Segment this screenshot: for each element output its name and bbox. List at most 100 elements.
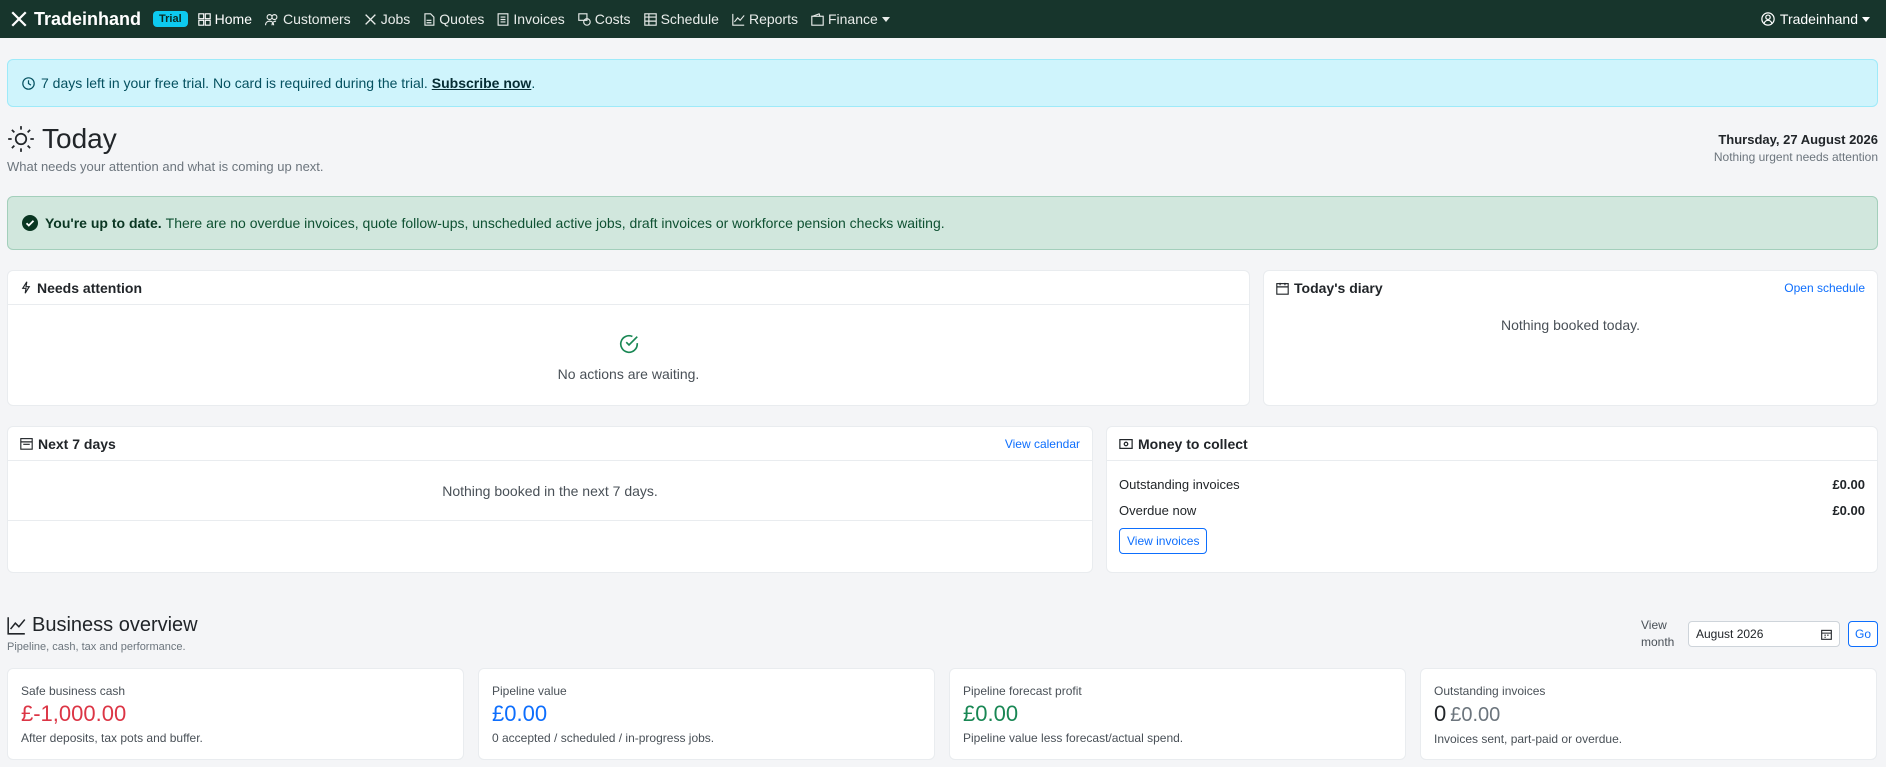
nav-customers-label: Customers xyxy=(283,11,351,27)
needs-attention-empty: No actions are waiting. xyxy=(557,366,700,382)
stat-value: £0.00 xyxy=(492,701,548,726)
lightning-icon xyxy=(21,281,31,294)
nav-jobs-label: Jobs xyxy=(380,11,411,27)
clock-icon xyxy=(22,76,35,90)
user-menu[interactable]: Tradeinhand xyxy=(1761,0,1870,38)
calendar-icon xyxy=(1821,629,1832,640)
page-subtitle: What needs your attention and what is co… xyxy=(7,159,324,174)
trial-alert: 7 days left in your free trial. No card … xyxy=(7,59,1878,107)
nav-home[interactable]: Home xyxy=(197,11,252,27)
document-icon xyxy=(424,12,435,26)
people-icon xyxy=(265,13,278,25)
view-calendar-link[interactable]: View calendar xyxy=(1005,437,1080,451)
subscribe-now-link[interactable]: Subscribe now xyxy=(432,75,532,91)
outstanding-count: 0 xyxy=(1434,701,1447,726)
open-schedule-link[interactable]: Open schedule xyxy=(1784,281,1865,295)
next-7-days-empty: Nothing booked in the next 7 days. xyxy=(442,482,658,499)
coins-icon xyxy=(578,12,591,26)
outstanding-invoices-label: Outstanding invoices xyxy=(1119,477,1240,492)
trial-alert-text: 7 days left in your free trial. No card … xyxy=(41,75,428,91)
nav-costs-label: Costs xyxy=(594,11,631,27)
todays-diary-empty: Nothing booked today. xyxy=(1500,317,1641,333)
view-invoices-button[interactable]: View invoices xyxy=(1119,528,1208,554)
top-navbar: Tradeinhand Trial Home Customers Jobs Qu… xyxy=(0,0,1886,38)
receipt-icon xyxy=(497,12,509,26)
wallet-icon xyxy=(811,12,824,26)
nav-customers[interactable]: Customers xyxy=(265,11,351,27)
up-to-date-heading: You're up to date. xyxy=(45,215,162,231)
nav-jobs[interactable]: Jobs xyxy=(364,11,411,27)
stat-label: Safe business cash xyxy=(21,684,126,698)
overdue-now-row: Overdue now £0.00 xyxy=(1119,503,1865,518)
view-month-label-line2: month xyxy=(1641,635,1675,649)
urgency-status: Nothing urgent needs attention xyxy=(1713,150,1878,164)
stat-card-safe-cash: Safe business cash £-1,000.00 After depo… xyxy=(7,668,464,760)
calendar-week-icon xyxy=(20,438,33,450)
nav-finance[interactable]: Finance xyxy=(811,11,890,27)
go-button[interactable]: Go xyxy=(1848,621,1878,647)
up-to-date-alert: You're up to date. There are no overdue … xyxy=(7,196,1878,250)
needs-attention-card: Needs attention No actions are waiting. xyxy=(7,270,1250,406)
nav-invoices[interactable]: Invoices xyxy=(497,11,565,27)
stat-value: 0 £0.00 xyxy=(1434,701,1863,728)
nav-schedule[interactable]: Schedule xyxy=(643,11,719,27)
stat-value: £0.00 xyxy=(963,701,1019,726)
chevron-down-icon xyxy=(1862,16,1870,22)
chart-line-icon xyxy=(7,617,26,635)
outstanding-invoices-row: Outstanding invoices £0.00 xyxy=(1119,477,1865,492)
todays-diary-card: Today's diary Open schedule Nothing book… xyxy=(1263,270,1878,406)
current-date: Thursday, 27 August 2026 xyxy=(1718,132,1878,147)
view-month-label: View month xyxy=(1641,617,1674,651)
stat-label: Pipeline forecast profit xyxy=(963,684,1082,698)
trial-badge: Trial xyxy=(153,11,188,27)
nav-schedule-label: Schedule xyxy=(660,11,719,27)
check-circle-icon xyxy=(22,215,38,231)
stat-note: After deposits, tax pots and buffer. xyxy=(21,731,203,745)
view-month-label-line1: View xyxy=(1641,618,1667,632)
chart-line-icon xyxy=(732,13,745,26)
stat-value: £-1,000.00 xyxy=(21,701,127,726)
nav-quotes[interactable]: Quotes xyxy=(423,11,484,27)
nav-invoices-label: Invoices xyxy=(513,11,565,27)
nav-reports-label: Reports xyxy=(748,11,798,27)
chevron-down-icon xyxy=(881,16,890,22)
date-block: Thursday, 27 August 2026 Nothing urgent … xyxy=(1714,132,1878,164)
up-to-date-text: There are no overdue invoices, quote fol… xyxy=(165,215,945,231)
nav-costs[interactable]: Costs xyxy=(578,11,631,27)
month-picker-value: August 2026 xyxy=(1696,627,1764,641)
business-overview-subtitle: Pipeline, cash, tax and performance. xyxy=(7,641,186,653)
check-circle-icon xyxy=(619,335,638,353)
stat-label: Outstanding invoices xyxy=(1434,684,1546,698)
stat-card-outstanding-invoices: Outstanding invoices 0 £0.00 Invoices sen… xyxy=(1420,668,1877,760)
user-circle-icon xyxy=(1761,12,1775,26)
overdue-now-amount: £0.00 xyxy=(1832,503,1865,518)
stat-note: Pipeline value less forecast/actual spen… xyxy=(963,731,1184,745)
brand-name: Tradeinhand xyxy=(34,8,142,29)
next-7-days-card: Next 7 days View calendar Nothing booked… xyxy=(7,426,1093,573)
tools-icon xyxy=(11,11,27,27)
nav-reports[interactable]: Reports xyxy=(732,11,798,27)
stat-card-pipeline-value: Pipeline value £0.00 0 accepted / schedu… xyxy=(478,668,935,760)
nav-home-label: Home xyxy=(214,11,252,27)
nav-finance-label: Finance xyxy=(827,11,878,27)
calendar-icon xyxy=(1276,282,1289,295)
page-title: Today xyxy=(7,123,117,155)
page-title-text: Today xyxy=(42,123,117,154)
brand-logo[interactable]: Tradeinhand xyxy=(10,9,141,30)
user-menu-label: Tradeinhand xyxy=(1779,11,1858,27)
stat-card-forecast-profit: Pipeline forecast profit £0.00 Pipeline … xyxy=(949,668,1406,760)
overdue-now-label: Overdue now xyxy=(1119,503,1197,518)
business-overview-title: Business overview xyxy=(7,614,198,637)
nav-quotes-label: Quotes xyxy=(439,11,485,27)
trial-alert-trailing: . xyxy=(531,75,536,91)
grid-icon xyxy=(197,12,211,26)
month-picker-input[interactable]: August 2026 xyxy=(1688,621,1840,647)
business-overview-title-text: Business overview xyxy=(32,614,198,636)
outstanding-invoices-amount: £0.00 xyxy=(1832,477,1865,492)
needs-attention-title: Needs attention xyxy=(37,279,143,296)
stat-note: Invoices sent, part-paid or overdue. xyxy=(1434,732,1623,746)
stat-label: Pipeline value xyxy=(492,684,567,698)
table-icon xyxy=(643,12,657,26)
money-to-collect-card: Money to collect Outstanding invoices £0… xyxy=(1106,426,1878,573)
money-to-collect-title: Money to collect xyxy=(1138,435,1248,452)
